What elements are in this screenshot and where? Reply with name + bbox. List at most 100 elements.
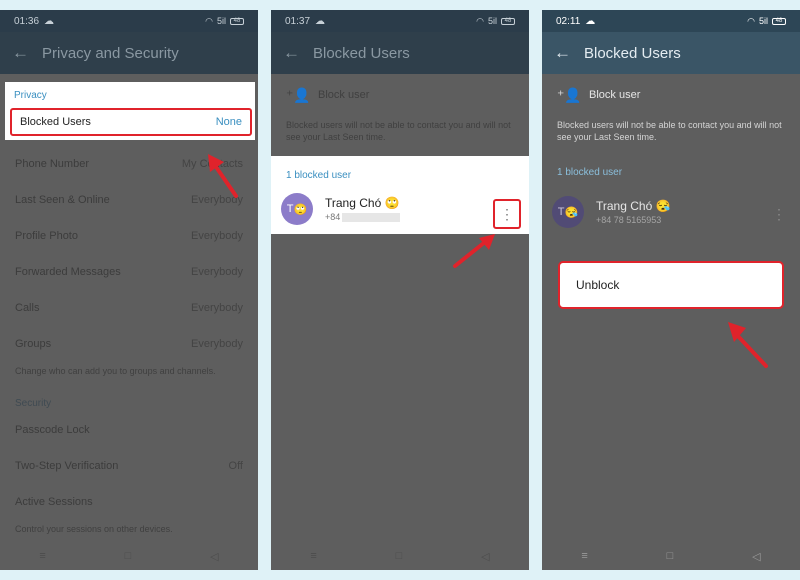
settings-row-active-sessions[interactable]: Active Sessions	[0, 484, 258, 520]
phone-screen-unblock-menu: 02:11 ☁ ◠ 5il 48 ← Blocked Users ⁺👤 Block u…	[542, 10, 800, 570]
battery-icon: 48	[501, 17, 515, 25]
blocked-info-note: Blocked users will not be able to contac…	[286, 120, 511, 142]
home-icon[interactable]: □	[125, 550, 132, 562]
blocked-users-label: Blocked Users	[20, 116, 91, 128]
recents-icon[interactable]: ≡	[581, 550, 587, 562]
settings-row-phone-number[interactable]: Phone Number My Contacts	[0, 146, 258, 182]
status-time: 01:37	[285, 15, 311, 27]
back-nav-icon[interactable]: ◁	[210, 550, 218, 563]
page-title: Blocked Users	[584, 44, 681, 62]
user-phone: +84	[325, 211, 341, 222]
row-value: Everybody	[191, 266, 243, 278]
avatar-initial: T	[286, 203, 294, 215]
system-nav-bar: ≡ □ ◁	[271, 542, 529, 570]
row-label: Passcode Lock	[15, 423, 90, 436]
status-time: 01:36	[14, 15, 40, 27]
app-bar: ← Privacy and Security	[0, 32, 258, 74]
row-label: Forwarded Messages	[15, 266, 121, 278]
status-time: 02:11	[556, 15, 581, 27]
settings-row-profile-photo[interactable]: Profile Photo Everybody	[0, 218, 258, 254]
row-value: Everybody	[191, 338, 243, 350]
recents-icon[interactable]: ≡	[39, 550, 45, 562]
settings-row-calls[interactable]: Calls Everybody	[0, 290, 258, 326]
unblock-menu-item[interactable]: Unblock	[576, 278, 619, 292]
privacy-highlight-card: Privacy Blocked Users None	[5, 82, 255, 140]
app-bar: ← Blocked Users	[542, 32, 800, 74]
block-user-label: Block user	[318, 89, 370, 101]
user-name: Trang Chó	[596, 199, 653, 213]
pointer-arrow-icon	[728, 322, 768, 368]
row-label: Calls	[15, 302, 40, 314]
settings-row-last-seen[interactable]: Last Seen & Online Everybody	[0, 182, 258, 218]
security-header: Security	[15, 397, 52, 409]
signal-label: 5il	[758, 16, 768, 26]
signal-label: 5il	[216, 16, 226, 26]
user-name: Trang Chó	[325, 195, 382, 210]
back-arrow-icon[interactable]: ←	[12, 43, 42, 63]
groups-note: Change who can add you to groups and cha…	[15, 366, 216, 376]
blocked-user-card: 1 blocked user T 🙄 Trang Chó 🙄 +84	[271, 156, 529, 234]
blocked-users-list: ⁺👤 Block user Blocked users will not be …	[542, 74, 800, 181]
blocked-users-row[interactable]: Blocked Users None	[10, 108, 252, 136]
row-value: Everybody	[191, 230, 243, 242]
system-nav-bar: ≡ □ ◁	[542, 542, 800, 570]
settings-row-forwarded-messages[interactable]: Forwarded Messages Everybody	[0, 254, 258, 290]
row-label: Last Seen & Online	[15, 194, 110, 206]
row-value: My Contacts	[181, 158, 243, 170]
battery-icon: 48	[772, 17, 786, 25]
more-vert-icon[interactable]: ⋮	[493, 199, 521, 229]
avatar-initial: T	[557, 206, 565, 218]
cloud-icon: ☁	[585, 15, 596, 27]
avatar: T 🙄	[281, 193, 313, 225]
status-bar: 01:36 ☁ ◠ 5il 48	[0, 10, 258, 32]
face-emoji-icon: 🙄	[293, 203, 308, 216]
phone-screen-blocked-users: 01:37 ☁ ◠ 5il 48 ← Blocked Users ⁺👤 Block u…	[271, 10, 529, 570]
back-arrow-icon[interactable]: ←	[283, 43, 313, 63]
page-title: Privacy and Security	[42, 44, 179, 62]
context-menu: Unblock	[558, 261, 784, 309]
status-bar: 01:37 ☁ ◠ 5il 48	[271, 10, 529, 32]
back-nav-icon[interactable]: ◁	[481, 550, 489, 563]
home-icon[interactable]: □	[396, 550, 403, 562]
row-value: Everybody	[191, 302, 243, 314]
wifi-icon: ◠	[747, 15, 755, 26]
user-phone: +84 78 5165953	[596, 215, 662, 225]
blocked-user-item[interactable]: T 😪 Trang Chó 😪 +84 78 5165953	[552, 194, 792, 230]
app-bar: ← Blocked Users	[271, 32, 529, 74]
home-icon[interactable]: □	[667, 550, 674, 562]
settings-row-two-step[interactable]: Two-Step Verification Off	[0, 448, 258, 484]
avatar: T 😪	[552, 196, 584, 228]
face-emoji-icon: 😪	[564, 206, 579, 219]
blocked-info-note: Blocked users will not be able to contac…	[557, 120, 782, 142]
system-nav-bar: ≡ □ ◁	[0, 542, 258, 570]
row-label: Active Sessions	[15, 495, 93, 508]
back-nav-icon[interactable]: ◁	[752, 550, 760, 563]
privacy-header: Privacy	[14, 90, 47, 101]
page-title: Blocked Users	[313, 44, 410, 62]
row-label: Profile Photo	[15, 230, 78, 242]
recents-icon[interactable]: ≡	[310, 550, 316, 562]
block-user-label: Block user	[589, 89, 641, 101]
blocked-count-label: 1 blocked user	[286, 170, 352, 181]
more-vert-icon[interactable]: ⋮	[772, 206, 786, 223]
settings-row-groups[interactable]: Groups Everybody	[0, 326, 258, 362]
row-label: Phone Number	[15, 158, 89, 170]
redacted-phone	[342, 213, 401, 223]
block-user-row[interactable]: ⁺👤 Block user	[542, 74, 800, 116]
blocked-user-item[interactable]: T 🙄 Trang Chó 🙄 +84	[281, 192, 521, 226]
blocked-users-value: None	[215, 116, 242, 128]
block-user-row[interactable]: ⁺👤 Block user	[271, 74, 529, 116]
row-label: Groups	[15, 338, 52, 350]
row-label: Two-Step Verification	[15, 459, 119, 472]
blocked-users-list: ⁺👤 Block user Blocked users will not be …	[271, 74, 529, 151]
battery-icon: 48	[230, 17, 244, 25]
wifi-icon: ◠	[476, 15, 484, 26]
blocked-count-label: 1 blocked user	[557, 167, 623, 179]
face-emoji-icon: 🙄	[384, 195, 400, 210]
wifi-icon: ◠	[205, 15, 213, 26]
pointer-arrow-icon	[453, 234, 495, 268]
signal-label: 5il	[487, 16, 497, 26]
sessions-note: Control your sessions on other devices.	[15, 523, 173, 534]
back-arrow-icon[interactable]: ←	[554, 43, 584, 63]
settings-row-passcode-lock[interactable]: Passcode Lock	[0, 412, 258, 448]
